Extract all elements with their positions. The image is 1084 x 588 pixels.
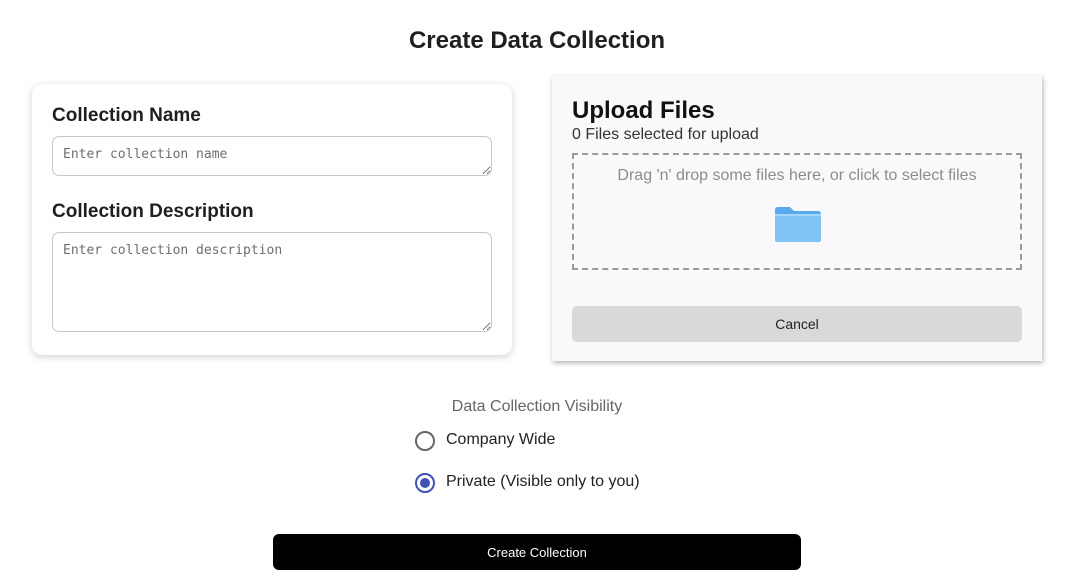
collection-description-label: Collection Description — [52, 201, 254, 222]
file-dropzone[interactable]: Drag 'n' drop some files here, or click … — [572, 153, 1022, 270]
folder-icon — [775, 207, 821, 242]
collection-name-label: Collection Name — [52, 105, 201, 126]
radio-label-private: Private (Visible only to you) — [446, 473, 640, 490]
create-collection-button[interactable]: Create Collection — [273, 534, 801, 570]
upload-title: Upload Files — [572, 97, 715, 124]
dropzone-text: Drag 'n' drop some files here, or click … — [617, 167, 977, 184]
page-title: Create Data Collection — [408, 27, 666, 54]
collection-name-input[interactable] — [52, 136, 492, 176]
radio-option-company-wide[interactable]: Company Wide — [415, 430, 575, 452]
radio-button-private[interactable] — [415, 473, 435, 493]
visibility-heading: Data Collection Visibility — [451, 398, 623, 415]
radio-option-private[interactable]: Private (Visible only to you) — [415, 472, 655, 494]
files-selected-count: 0 Files selected for upload — [572, 126, 759, 143]
radio-button-company-wide[interactable] — [415, 431, 435, 451]
radio-selected-dot — [420, 478, 430, 488]
radio-label-company-wide: Company Wide — [446, 431, 556, 448]
collection-description-input[interactable] — [52, 232, 492, 332]
collection-details-card: Collection Name Collection Description — [32, 84, 512, 355]
cancel-button[interactable]: Cancel — [572, 306, 1022, 342]
upload-files-card: Upload Files 0 Files selected for upload… — [552, 76, 1042, 361]
